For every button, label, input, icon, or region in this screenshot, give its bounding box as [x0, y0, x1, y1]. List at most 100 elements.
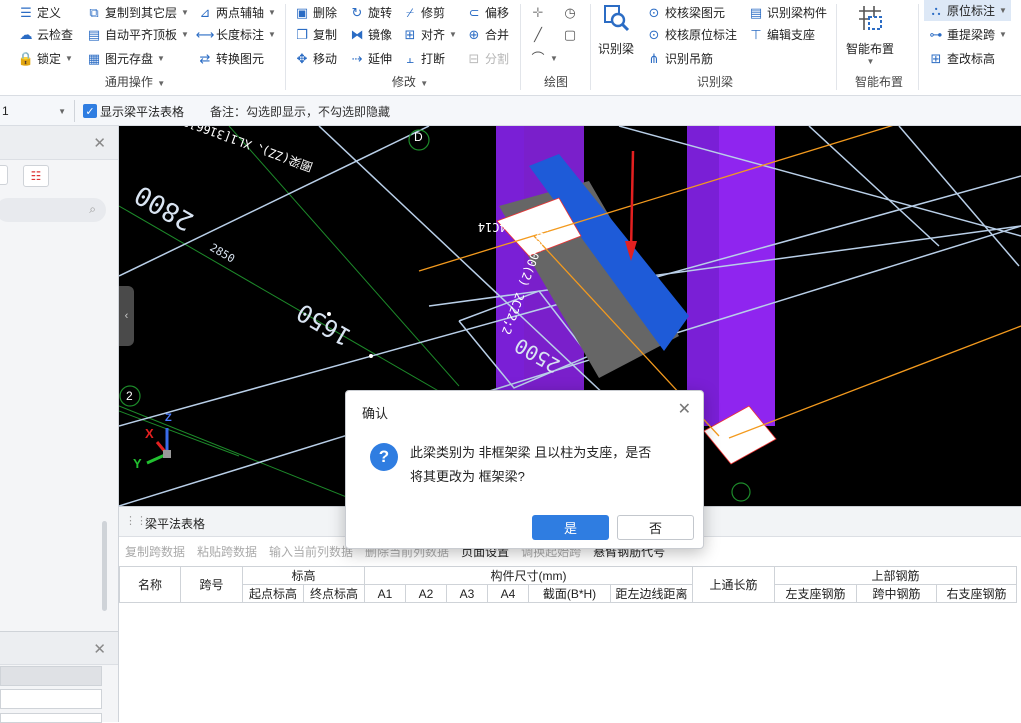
edit-support-icon: ⊤	[750, 26, 762, 42]
move-button[interactable]: ✥ 移动	[294, 48, 337, 68]
crosshair-icon: ✛	[532, 4, 544, 20]
cloud-check-button[interactable]: ☁ 云检查	[18, 24, 74, 44]
align-top-icon: ▤	[87, 26, 101, 42]
copy-span-data-button[interactable]: 复制跨数据	[125, 543, 185, 563]
move-icon: ✥	[296, 50, 308, 66]
copy-to-layer-button[interactable]: ⧉ 复制到其它层 ▼	[86, 2, 189, 22]
draw-arc-button[interactable]: ⌒ ▼	[530, 48, 558, 68]
identify-beam-button[interactable]: 识别梁	[598, 2, 634, 57]
header-name: 名称	[119, 566, 181, 603]
chevron-down-icon: ▼	[999, 29, 1007, 39]
paste-span-data-button[interactable]: 粘贴跨数据	[197, 543, 257, 563]
check-beam-element-button[interactable]: ⊙ 校核梁图元	[646, 2, 725, 22]
no-button[interactable]: 否	[617, 515, 694, 540]
drag-handle-icon[interactable]: ⋮⋮	[125, 514, 147, 527]
identify-beam-icon	[600, 2, 632, 34]
chevron-down-icon: ▼	[550, 53, 558, 63]
collapse-handle[interactable]: ‹	[119, 286, 134, 346]
group-label-modify[interactable]: 修改 ▼	[360, 73, 460, 90]
lock-button[interactable]: 🔒 锁定 ▼	[18, 48, 73, 68]
merge-button[interactable]: ⊕ 合并	[466, 24, 509, 44]
split-icon: ⊟	[468, 50, 480, 66]
re-extract-span-button[interactable]: ⊶ 重提梁跨 ▼	[928, 24, 1007, 44]
yes-button[interactable]: 是	[532, 515, 609, 540]
copy-button[interactable]: ❐ 复制	[294, 24, 337, 44]
close-icon[interactable]: ✕	[93, 640, 106, 658]
chevron-down-icon: ▼	[866, 57, 875, 66]
trim-button[interactable]: ⌿ 修剪	[402, 2, 445, 22]
convert-element-button[interactable]: ⇄ 转换图元	[197, 48, 264, 68]
draw-circle-button[interactable]: ◷	[562, 2, 578, 22]
close-icon[interactable]: ✕	[678, 399, 691, 419]
mirror-button[interactable]: ⧓ 镜像	[349, 24, 393, 44]
input-column-data-button[interactable]: 输入当前列数据	[269, 543, 353, 563]
copy-to-layer-icon: ⧉	[89, 4, 99, 20]
check-original-annotation-button[interactable]: ⊙ 校核原位标注	[646, 24, 737, 44]
line-icon: ╱	[534, 26, 542, 42]
align-top-button[interactable]: ▤ 自动平齐顶板 ▼	[86, 24, 189, 44]
split-button[interactable]: ⊟ 分割	[466, 48, 509, 68]
group-divider	[590, 4, 591, 90]
scrollbar[interactable]	[102, 521, 107, 611]
save-element-button[interactable]: ▦ 图元存盘 ▼	[86, 48, 165, 68]
original-annotation-button[interactable]: ⛬ 原位标注 ▼	[924, 0, 1011, 21]
header-start-elev: 起点标高	[242, 584, 304, 603]
align-icon: ⊞	[404, 26, 416, 42]
extend-button[interactable]: ⇢ 延伸	[349, 48, 392, 68]
floor-select[interactable]: 1 ▼	[0, 101, 70, 121]
chevron-down-icon: ▼	[181, 29, 189, 39]
group-label-draw: 绘图	[543, 75, 568, 89]
property-row[interactable]	[0, 666, 102, 686]
options-bar: 1 ▼ ✓ 显示梁平法表格 备注：勾选即显示，不勾选即隐藏	[0, 96, 1021, 126]
header-left-support: 左支座钢筋	[774, 584, 857, 603]
extend-icon: ⇢	[351, 50, 363, 66]
close-icon[interactable]: ✕	[93, 134, 106, 152]
component-icon[interactable]	[0, 165, 8, 185]
identify-component-icon: ▤	[749, 4, 763, 20]
property-row[interactable]	[0, 689, 102, 709]
cloud-check-icon: ☁	[19, 26, 33, 42]
dialog-title: 确认	[362, 406, 389, 421]
dialog-message-line1: 此梁类别为 非框架梁 且以柱为支座，是否	[410, 445, 652, 460]
header-right-support: 右支座钢筋	[936, 584, 1017, 603]
two-point-axis-button[interactable]: ⊿ 两点辅轴 ▼	[197, 2, 276, 22]
chevron-down-icon: ▼	[181, 7, 189, 17]
list-view-icon[interactable]: ☷	[23, 165, 49, 187]
check-elevation-button[interactable]: ⊞ 查改标高	[928, 48, 995, 68]
chevron-down-icon: ▼	[65, 53, 73, 63]
length-dimension-button[interactable]: ⟷ 长度标注 ▼	[196, 24, 276, 44]
edit-support-button[interactable]: ⊤ 编辑支座	[748, 24, 815, 44]
group-label-general[interactable]: 通用操作 ▼	[60, 73, 210, 90]
identify-hanger-bar-button[interactable]: ⋔ 识别吊筋	[646, 48, 713, 68]
break-button[interactable]: ⫠ 打断	[402, 48, 445, 68]
question-icon: ?	[370, 443, 398, 471]
column-right-face	[719, 126, 775, 426]
draw-point-button[interactable]: ✛	[530, 2, 546, 22]
draw-line-button[interactable]: ╱	[530, 24, 546, 44]
search-input[interactable]: ⌕	[0, 198, 106, 222]
break-icon: ⫠	[406, 50, 414, 66]
align-button[interactable]: ⊞ 对齐 ▼	[402, 24, 457, 44]
mirror-icon: ⧓	[350, 26, 364, 42]
offset-button[interactable]: ⊂ 偏移	[466, 2, 509, 22]
smart-layout-button[interactable]: 智能布置 ▼	[846, 2, 894, 66]
draw-rect-button[interactable]: ▢	[562, 24, 578, 44]
group-label-identify-beam: 识别梁	[696, 75, 733, 89]
circle-icon: ◷	[564, 4, 576, 20]
ribbon: ☰ 定义 ☁ 云检查 🔒 锁定 ▼ ⧉ 复制到其它层 ▼ ▤ 自动平齐顶板 ▼ ▦ 图…	[0, 0, 1021, 96]
check-beam-icon: ⊙	[648, 4, 660, 20]
divider	[74, 100, 75, 122]
beam-line	[808, 126, 940, 247]
define-button[interactable]: ☰ 定义	[18, 2, 61, 22]
lock-icon: 🔒	[17, 50, 35, 66]
grid-line	[119, 405, 370, 506]
delete-icon: ▣	[295, 4, 309, 20]
column-right	[687, 126, 719, 426]
identify-beam-component-button[interactable]: ▤ 识别梁构件	[748, 2, 827, 22]
copy-icon: ❐	[296, 26, 308, 42]
rotate-button[interactable]: ↻ 旋转	[349, 2, 392, 22]
delete-button[interactable]: ▣ 删除	[294, 2, 337, 22]
rectangle-icon: ▢	[563, 26, 577, 42]
show-table-checkbox[interactable]: ✓	[83, 104, 97, 118]
grid-line	[119, 410, 240, 457]
